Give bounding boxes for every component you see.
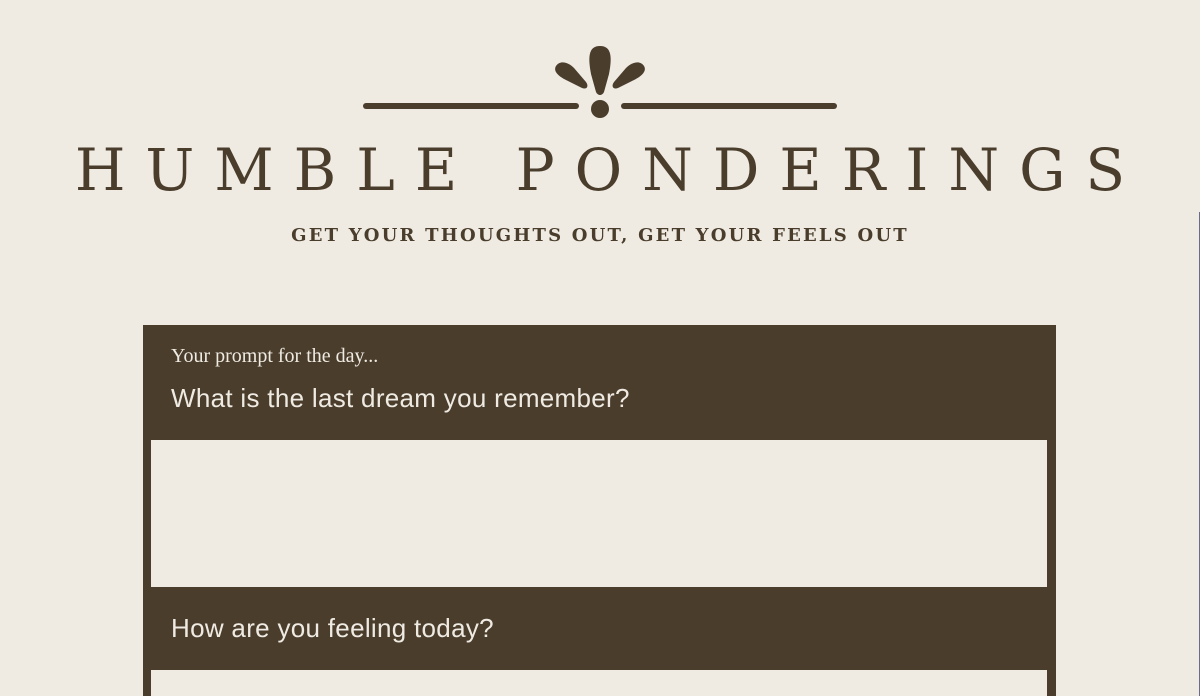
site-title: HUMBLE PONDERINGS [74, 136, 1146, 204]
dream-question: What is the last dream you remember? [171, 383, 630, 413]
prompt-intro: Your prompt for the day... [171, 345, 379, 367]
site-header: HUMBLE PONDERINGS GET YOUR THOUGHTS OUT,… [0, 0, 1200, 300]
feeling-answer-field[interactable] [151, 670, 1047, 696]
flower-ornament-icon [363, 46, 837, 118]
dream-answer-field[interactable] [151, 440, 1047, 587]
feeling-question: How are you feeling today? [171, 613, 494, 643]
journal-prompt-card: Your prompt for the day... What is the l… [143, 325, 1056, 696]
site-tagline: GET YOUR THOUGHTS OUT, GET YOUR FEELS OU… [291, 225, 909, 246]
